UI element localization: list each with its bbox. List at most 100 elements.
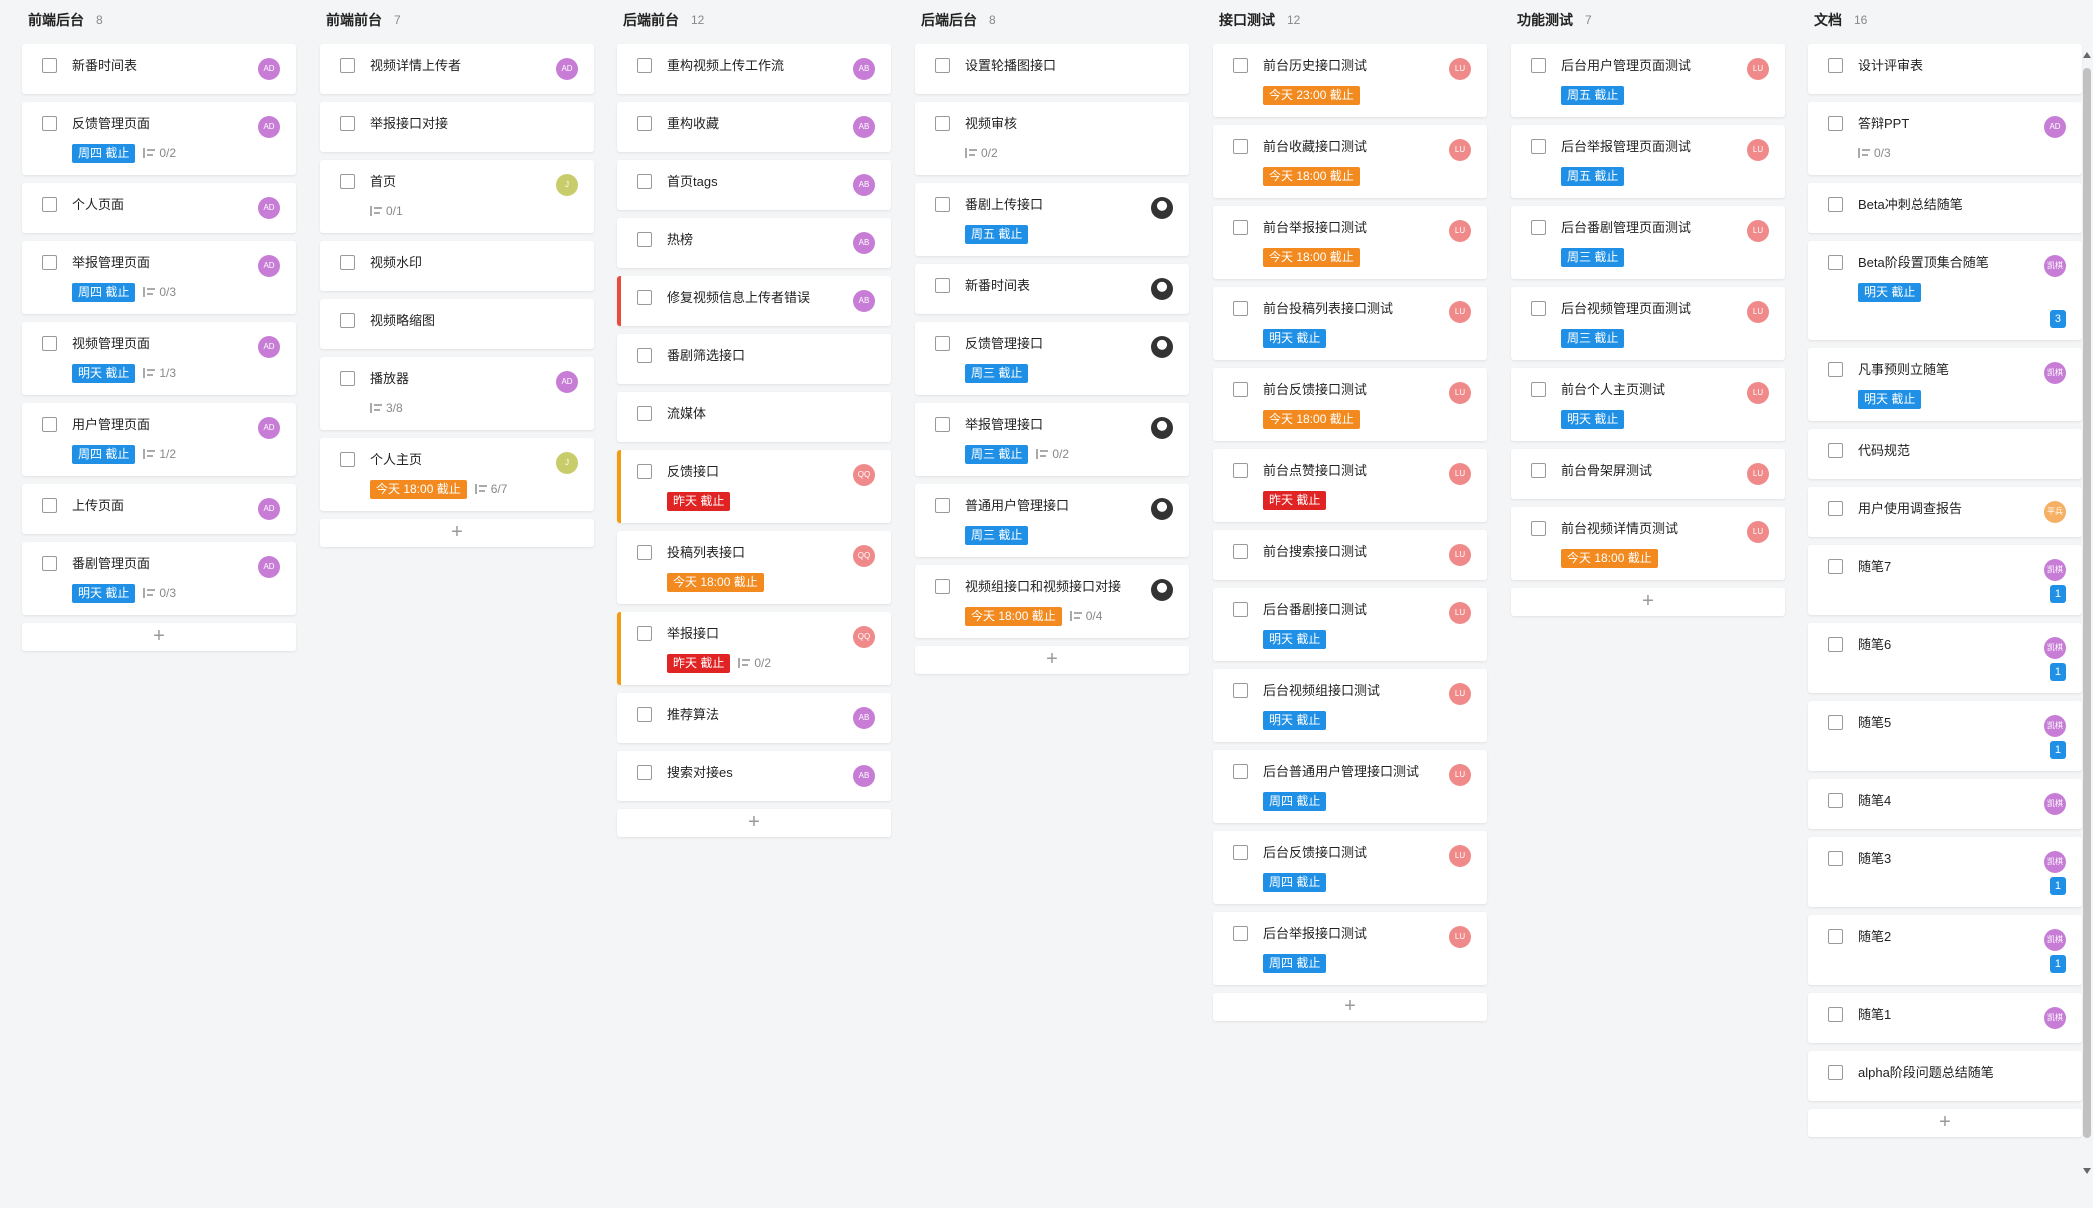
vertical-scrollbar[interactable] (2081, 44, 2093, 1174)
assignee-avatar[interactable]: QQ (853, 545, 875, 567)
task-checkbox[interactable] (1828, 362, 1843, 377)
assignee-avatar[interactable]: LU (1747, 301, 1769, 323)
task-card[interactable]: 举报接口对接 (320, 102, 594, 152)
task-checkbox[interactable] (42, 255, 57, 270)
task-checkbox[interactable] (637, 707, 652, 722)
assignee-avatar[interactable]: AD (258, 58, 280, 80)
task-checkbox[interactable] (1233, 58, 1248, 73)
task-checkbox[interactable] (42, 116, 57, 131)
task-card[interactable]: 视频水印 (320, 241, 594, 291)
task-checkbox[interactable] (1531, 521, 1546, 536)
task-card[interactable]: 随笔3 凯棋 1 (1808, 837, 2082, 907)
task-card[interactable]: 番剧上传接口 周五 截止 (915, 183, 1189, 256)
task-card[interactable]: 随笔7 凯棋 1 (1808, 545, 2082, 615)
add-card-button[interactable]: + (1511, 588, 1785, 616)
task-checkbox[interactable] (637, 290, 652, 305)
task-card[interactable]: 代码规范 (1808, 429, 2082, 479)
assignee-avatar[interactable]: 凯棋 (2044, 715, 2066, 737)
task-checkbox[interactable] (1233, 463, 1248, 478)
task-card[interactable]: 随笔5 凯棋 1 (1808, 701, 2082, 771)
task-checkbox[interactable] (1531, 382, 1546, 397)
task-checkbox[interactable] (1828, 443, 1843, 458)
assignee-avatar[interactable]: LU (1449, 220, 1471, 242)
task-card[interactable]: 随笔6 凯棋 1 (1808, 623, 2082, 693)
assignee-avatar[interactable]: AB (853, 58, 875, 80)
task-card[interactable]: 新番时间表 (915, 264, 1189, 314)
task-checkbox[interactable] (1233, 301, 1248, 316)
task-checkbox[interactable] (340, 452, 355, 467)
assignee-avatar[interactable] (1151, 417, 1173, 439)
add-card-button[interactable]: + (1808, 1109, 2082, 1137)
task-card[interactable]: 答辩PPT 0/3 AD (1808, 102, 2082, 175)
assignee-avatar[interactable]: AB (853, 290, 875, 312)
task-card[interactable]: 视频管理页面 明天 截止 1/3 AD (22, 322, 296, 395)
task-card[interactable]: 推荐算法 AB (617, 693, 891, 743)
task-card[interactable]: 设计评审表 (1808, 44, 2082, 94)
task-card[interactable]: 后台视频管理页面测试 周三 截止 LU (1511, 287, 1785, 360)
task-card[interactable]: Beta冲刺总结随笔 (1808, 183, 2082, 233)
assignee-avatar[interactable]: AB (853, 765, 875, 787)
task-card[interactable]: 重构视频上传工作流 AB (617, 44, 891, 94)
assignee-avatar[interactable]: AB (853, 707, 875, 729)
task-checkbox[interactable] (1233, 683, 1248, 698)
assignee-avatar[interactable]: AD (2044, 116, 2066, 138)
task-card[interactable]: 随笔2 凯棋 1 (1808, 915, 2082, 985)
assignee-avatar[interactable]: 凯棋 (2044, 793, 2066, 815)
assignee-avatar[interactable]: LU (1449, 382, 1471, 404)
assignee-avatar[interactable]: LU (1449, 926, 1471, 948)
task-checkbox[interactable] (340, 255, 355, 270)
task-card[interactable]: 举报接口 昨天 截止 0/2 QQ (617, 612, 891, 685)
task-card[interactable]: 后台番剧管理页面测试 周三 截止 LU (1511, 206, 1785, 279)
task-checkbox[interactable] (935, 336, 950, 351)
task-card[interactable]: 视频组接口和视频接口对接 今天 18:00 截止 0/4 (915, 565, 1189, 638)
task-card[interactable]: 反馈管理页面 周四 截止 0/2 AD (22, 102, 296, 175)
task-card[interactable]: 视频详情上传者 AD (320, 44, 594, 94)
task-card[interactable]: 后台举报接口测试 周四 截止 LU (1213, 912, 1487, 985)
task-checkbox[interactable] (42, 58, 57, 73)
task-card[interactable]: 首页tags AB (617, 160, 891, 210)
assignee-avatar[interactable]: AD (258, 336, 280, 358)
assignee-avatar[interactable]: AB (853, 116, 875, 138)
task-checkbox[interactable] (935, 278, 950, 293)
assignee-avatar[interactable]: LU (1747, 139, 1769, 161)
assignee-avatar[interactable]: AD (258, 255, 280, 277)
task-card[interactable]: 前台收藏接口测试 今天 18:00 截止 LU (1213, 125, 1487, 198)
assignee-avatar[interactable]: AB (853, 232, 875, 254)
task-checkbox[interactable] (42, 556, 57, 571)
add-card-button[interactable]: + (22, 623, 296, 651)
assignee-avatar[interactable]: QQ (853, 464, 875, 486)
task-checkbox[interactable] (1828, 1007, 1843, 1022)
assignee-avatar[interactable]: LU (1449, 764, 1471, 786)
task-checkbox[interactable] (340, 174, 355, 189)
assignee-avatar[interactable]: LU (1747, 58, 1769, 80)
task-checkbox[interactable] (1828, 559, 1843, 574)
task-card[interactable]: 后台用户管理页面测试 周五 截止 LU (1511, 44, 1785, 117)
task-card[interactable]: 投稿列表接口 今天 18:00 截止 QQ (617, 531, 891, 604)
assignee-avatar[interactable]: LU (1449, 139, 1471, 161)
task-checkbox[interactable] (935, 417, 950, 432)
task-card[interactable]: 举报管理接口 周三 截止 0/2 (915, 403, 1189, 476)
task-checkbox[interactable] (935, 58, 950, 73)
assignee-avatar[interactable]: LU (1747, 220, 1769, 242)
task-checkbox[interactable] (637, 464, 652, 479)
task-checkbox[interactable] (1233, 544, 1248, 559)
task-checkbox[interactable] (42, 336, 57, 351)
task-checkbox[interactable] (1233, 764, 1248, 779)
task-checkbox[interactable] (637, 406, 652, 421)
assignee-avatar[interactable]: 凯棋 (2044, 851, 2066, 873)
assignee-avatar[interactable]: J (556, 452, 578, 474)
add-card-button[interactable]: + (1213, 993, 1487, 1021)
task-checkbox[interactable] (1233, 220, 1248, 235)
task-card[interactable]: 前台个人主页测试 明天 截止 LU (1511, 368, 1785, 441)
task-checkbox[interactable] (637, 348, 652, 363)
task-card[interactable]: 搜索对接es AB (617, 751, 891, 801)
task-checkbox[interactable] (1233, 139, 1248, 154)
assignee-avatar[interactable]: 凯棋 (2044, 559, 2066, 581)
task-card[interactable]: 后台视频组接口测试 明天 截止 LU (1213, 669, 1487, 742)
task-card[interactable]: 修复视频信息上传者错误 AB (617, 276, 891, 326)
task-checkbox[interactable] (340, 116, 355, 131)
assignee-avatar[interactable]: LU (1449, 544, 1471, 566)
task-checkbox[interactable] (935, 116, 950, 131)
assignee-avatar[interactable]: 凯棋 (2044, 255, 2066, 277)
assignee-avatar[interactable]: LU (1747, 382, 1769, 404)
